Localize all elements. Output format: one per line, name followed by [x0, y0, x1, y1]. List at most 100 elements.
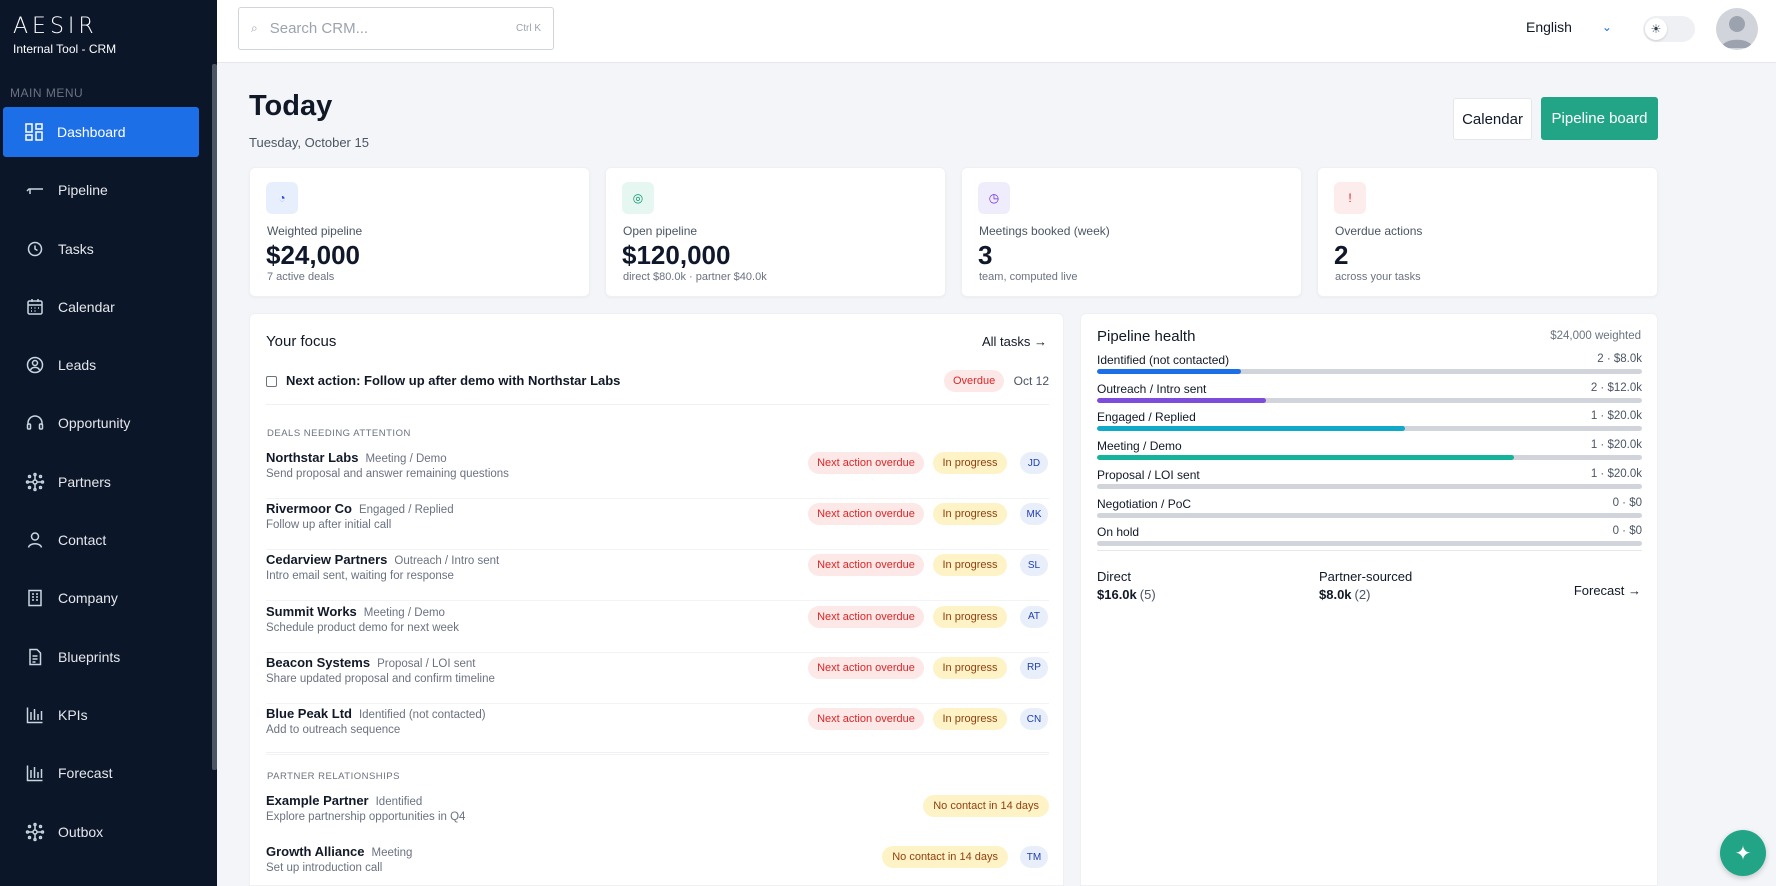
- owner-avatar: CN: [1020, 708, 1048, 730]
- deal-name[interactable]: Cedarview Partners Outreach / Intro sent: [266, 552, 499, 567]
- partner-row[interactable]: Growth Alliance Meeting Set up introductio…: [266, 842, 1049, 886]
- task-text: Next action: Follow up after demo with N…: [286, 373, 621, 388]
- deal-description: Send proposal and answer remaining quest…: [266, 468, 509, 480]
- headset-icon: [24, 412, 46, 434]
- document-icon: [24, 646, 46, 668]
- pipeline-health-panel: Pipeline health $24,000 weighted Identif…: [1080, 313, 1658, 886]
- deal-row[interactable]: Summit Works Meeting / Demo Schedule produ…: [266, 602, 1049, 653]
- search-shortcut: Ctrl K: [516, 23, 541, 34]
- owner-avatar: RP: [1020, 656, 1048, 679]
- stage-name: Identified (not contacted): [1097, 353, 1230, 367]
- sidebar-item-partners[interactable]: Partners: [0, 457, 200, 507]
- partner-description: Set up introduction call: [266, 862, 383, 874]
- partner-name[interactable]: Growth Alliance Meeting: [266, 844, 412, 859]
- deal-name[interactable]: Rivermoor Co Engaged / Replied: [266, 501, 454, 516]
- divider: [1097, 550, 1642, 551]
- focus-panel: Your focus All tasks → Next action: Foll…: [249, 313, 1064, 886]
- sidebar-item-calendar[interactable]: Calendar: [0, 282, 200, 332]
- sidebar-item-label: Dashboard: [57, 124, 126, 140]
- stage-progress-track: [1097, 512, 1642, 518]
- deal-row[interactable]: Northstar Labs Meeting / Demo Send proposa…: [266, 448, 1049, 499]
- owner-avatar: AT: [1020, 605, 1048, 628]
- pipeline-icon: [24, 179, 46, 201]
- sidebar-item-blueprints[interactable]: Blueprints: [0, 632, 200, 682]
- sidebar-item-opportunity[interactable]: Opportunity: [0, 398, 200, 448]
- stage-progress-track: [1097, 541, 1642, 547]
- sidebar-item-forecast[interactable]: Forecast: [0, 748, 200, 798]
- deal-row[interactable]: Rivermoor Co Engaged / Replied Follow up a…: [266, 499, 1049, 551]
- sidebar-item-outbox[interactable]: Outbox: [0, 807, 200, 857]
- clock-icon: [24, 238, 46, 260]
- sidebar-item-company[interactable]: Company: [0, 573, 200, 623]
- stage-meta: 1 · $20.0k: [1590, 467, 1642, 480]
- deal-title: Cedarview Partners: [266, 552, 388, 568]
- kpi-value: 2: [1334, 240, 1349, 270]
- pipeline-stage: Proposal / LOI sent 1 · $20.0k: [1097, 468, 1642, 496]
- sidebar-item-pipeline[interactable]: Pipeline: [0, 165, 200, 215]
- owner-avatar: JD: [1020, 452, 1048, 474]
- overdue-badge: Next action overdue: [808, 605, 924, 628]
- deal-description: Add to outreach sequence: [266, 724, 401, 736]
- deal-name[interactable]: Blue Peak Ltd Identified (not contacted): [266, 706, 486, 721]
- avatar[interactable]: [1716, 8, 1758, 50]
- deal-row[interactable]: Cedarview Partners Outreach / Intro sent I…: [266, 550, 1049, 602]
- sidebar-scrollbar[interactable]: [212, 64, 217, 770]
- calendar-button[interactable]: Calendar: [1453, 98, 1532, 140]
- divider: [266, 404, 1049, 405]
- topbar: ⌕ Ctrl K English ⌄ ☀: [217, 0, 1776, 63]
- sidebar-nav: Dashboard Pipeline Tasks Calendar Leads Oppor…: [0, 107, 200, 865]
- app-logo[interactable]: AESIR Internal Tool - CRM: [13, 14, 116, 56]
- app-subtitle: Internal Tool - CRM: [13, 42, 117, 56]
- sidebar-item-dashboard[interactable]: Dashboard: [3, 107, 199, 157]
- partner-row[interactable]: Example Partner Identified Explore partner…: [266, 791, 1049, 842]
- owner-avatar: MK: [1020, 503, 1048, 526]
- kpi-card: ◎ Open pipeline $120,000 direct $80.0k · pa…: [605, 167, 946, 297]
- pipeline-stage: Engaged / Replied 1 · $20.0k: [1097, 410, 1642, 438]
- sidebar-item-tasks[interactable]: Tasks: [0, 224, 200, 274]
- partner-title: Growth Alliance: [266, 844, 365, 859]
- user-circle-icon: [24, 354, 46, 376]
- stage-meta: 2 · $12.0k: [1590, 381, 1642, 394]
- task-date: Oct 12: [1013, 374, 1049, 388]
- task-checkbox[interactable]: [266, 376, 277, 387]
- search-icon: ⌕: [251, 21, 258, 35]
- clock-icon: ◷: [978, 182, 1010, 214]
- pipeline-health-title: Pipeline health: [1097, 328, 1196, 345]
- deal-name[interactable]: Beacon Systems Proposal / LOI sent: [266, 655, 476, 670]
- sidebar-item-leads[interactable]: Leads: [0, 340, 200, 390]
- pipeline-board-button[interactable]: Pipeline board: [1541, 97, 1658, 140]
- deal-row[interactable]: Beacon Systems Proposal / LOI sent Share u…: [266, 653, 1049, 704]
- language-select[interactable]: English ⌄: [1526, 19, 1612, 35]
- deal-row[interactable]: Blue Peak Ltd Identified (not contacted) A…: [266, 704, 1049, 755]
- assistant-fab[interactable]: ✦: [1720, 830, 1766, 876]
- task-row[interactable]: Next action: Follow up after demo with N…: [266, 370, 1049, 402]
- status-badge: In progress: [933, 656, 1007, 679]
- partner-title: Example Partner: [266, 793, 369, 808]
- deal-name[interactable]: Summit Works Meeting / Demo: [266, 604, 445, 619]
- partner-stage: Identified: [375, 796, 423, 808]
- status-badge: In progress: [933, 503, 1007, 526]
- deal-stage: Engaged / Replied: [358, 504, 454, 517]
- stage-meta: 1 · $20.0k: [1590, 439, 1642, 452]
- deal-stage: Meeting / Demo: [365, 453, 447, 465]
- no-contact-badge: No contact in 14 days: [882, 846, 1008, 868]
- stage-meta: 2 · $8.0k: [1597, 353, 1642, 365]
- bar-chart-icon: [24, 762, 46, 784]
- all-tasks-link[interactable]: All tasks →: [982, 334, 1047, 349]
- theme-toggle[interactable]: ☀: [1643, 16, 1695, 42]
- partner-name[interactable]: Example Partner Identified: [266, 793, 422, 808]
- kpi-label: Weighted pipeline: [267, 224, 363, 238]
- forecast-link[interactable]: Forecast →: [1574, 583, 1641, 598]
- sidebar-item-kpis[interactable]: KPIs: [0, 690, 200, 740]
- deal-name[interactable]: Northstar Labs Meeting / Demo: [266, 450, 447, 465]
- alert-icon: !: [1334, 182, 1366, 214]
- overdue-badge: Next action overdue: [808, 708, 924, 730]
- status-badge: In progress: [933, 708, 1007, 730]
- search-input[interactable]: [269, 20, 516, 37]
- overdue-badge: Next action overdue: [808, 503, 924, 526]
- focus-title: Your focus: [266, 333, 337, 350]
- search-box[interactable]: ⌕ Ctrl K: [238, 7, 554, 50]
- chevron-down-icon: ⌄: [1601, 20, 1612, 34]
- stage-name: On hold: [1097, 525, 1140, 540]
- sidebar-item-contact[interactable]: Contact: [0, 515, 200, 565]
